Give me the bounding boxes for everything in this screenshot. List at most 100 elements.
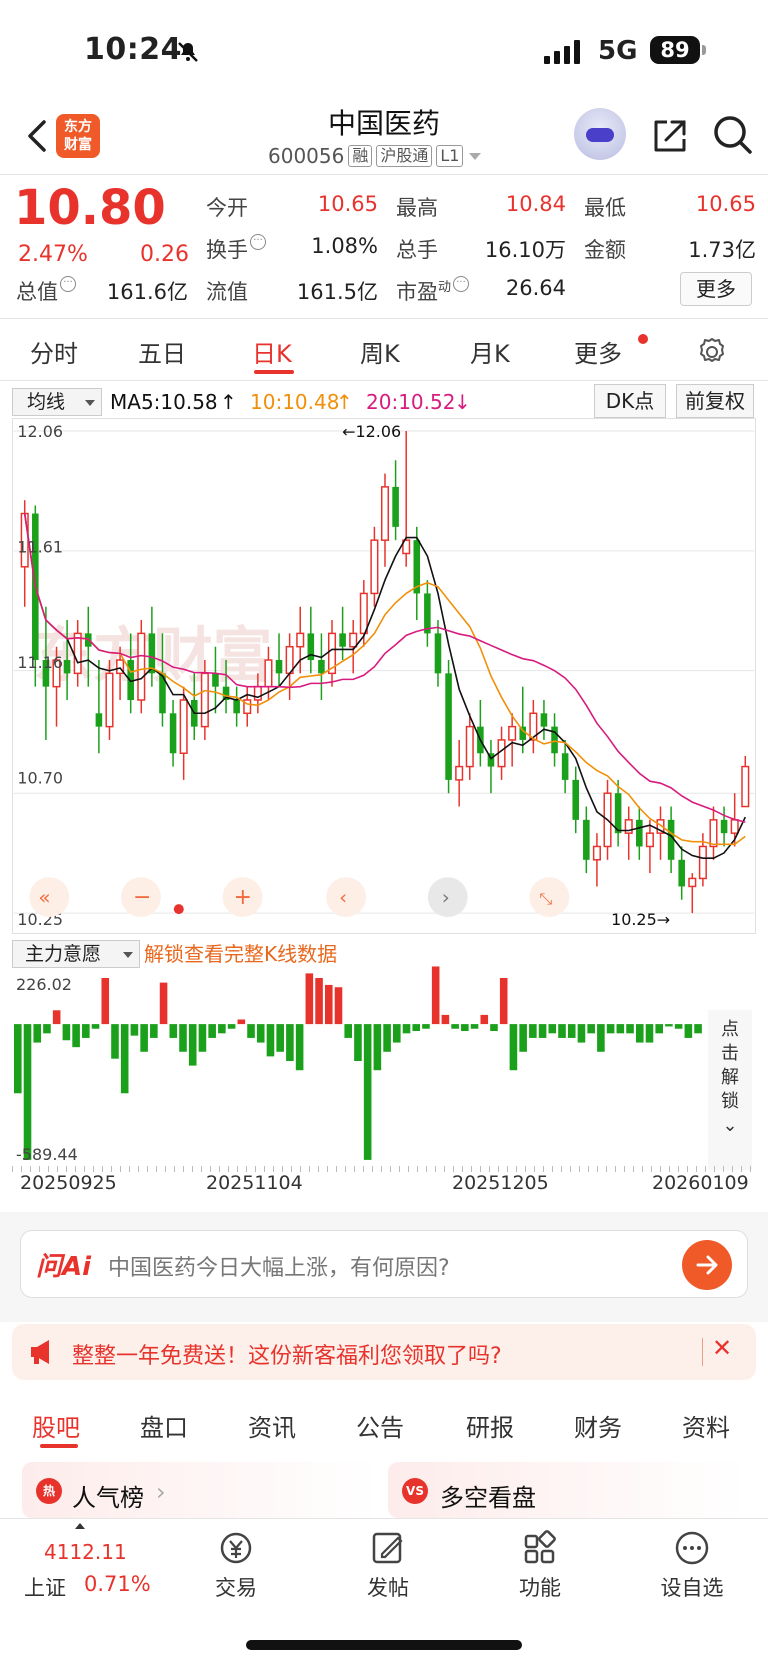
candle-body — [572, 779, 580, 820]
promo-separator — [702, 1338, 703, 1366]
main-force-bar — [461, 1024, 469, 1032]
unlock-side-button[interactable]: 点 击 解 锁 ⌄ — [708, 1010, 752, 1170]
candle-body — [636, 819, 643, 847]
gear-icon[interactable] — [696, 336, 728, 368]
main-force-bar — [422, 1024, 430, 1029]
main-force-select[interactable]: 主力意愿 — [12, 940, 140, 968]
tab-active-indicator — [254, 370, 294, 374]
tab-profile[interactable]: 资料 — [682, 1408, 730, 1443]
current-price: 10.80 — [14, 180, 166, 236]
tab-research[interactable]: 研报 — [466, 1408, 514, 1443]
tab-order-book[interactable]: 盘口 — [140, 1408, 188, 1443]
main-force-bar — [684, 1024, 693, 1038]
nav-function[interactable]: 功能 — [490, 1572, 590, 1602]
tag-level: L1 — [436, 145, 464, 167]
ai-question-text[interactable]: 中国医药今日大幅上涨，有何原因? — [108, 1250, 450, 1282]
dk-point-button[interactable]: DK点 — [594, 384, 666, 418]
candle-body — [730, 819, 739, 834]
minus-icon: − — [133, 885, 151, 910]
main-force-bar — [694, 1024, 702, 1034]
tab-financials[interactable]: 财务 — [574, 1408, 622, 1443]
ma5-value: MA5:10.58 — [110, 390, 218, 414]
date-label: 20260109 — [652, 1172, 749, 1194]
main-force-bar — [188, 1024, 197, 1066]
main-force-bar — [305, 973, 314, 1025]
volume-min-label: -589.44 — [16, 1145, 78, 1164]
tab-guba[interactable]: 股吧 — [32, 1408, 80, 1443]
ai-logo: 问Ai — [36, 1252, 92, 1282]
tab-monthly-k[interactable]: 月K — [470, 334, 510, 369]
main-force-bar — [140, 1024, 148, 1052]
info-icon[interactable]: ··· — [250, 234, 266, 250]
double-chevron-left-icon: « — [38, 886, 50, 909]
index-value[interactable]: 4112.11 — [44, 1540, 127, 1564]
low-marker: 10.25→ — [611, 910, 670, 929]
stock-code-row[interactable]: 600056 融 沪股通 L1 — [268, 144, 483, 168]
post-icon[interactable] — [368, 1528, 408, 1568]
main-force-bar — [674, 1024, 683, 1029]
main-force-bar — [179, 1024, 187, 1052]
date-label: 20250925 — [20, 1172, 117, 1194]
main-force-bar — [111, 1024, 119, 1059]
main-force-bar — [558, 1024, 566, 1038]
tab-five-day[interactable]: 五日 — [138, 334, 186, 369]
main-force-bar — [150, 1024, 158, 1038]
main-force-bar — [159, 982, 168, 1025]
candle-body — [434, 633, 442, 674]
main-force-bar — [548, 1024, 557, 1034]
chevron-left-icon: ‹ — [339, 886, 347, 909]
label-pe-sup: 动 — [438, 280, 452, 295]
candle-body — [508, 725, 517, 741]
candle-body — [63, 660, 71, 674]
change-amount: 0.26 — [140, 242, 189, 267]
add-watchlist-icon[interactable] — [672, 1528, 712, 1568]
red-dot — [173, 904, 184, 915]
y-tick-label: 12.06 — [17, 422, 63, 441]
info-icon[interactable]: ··· — [60, 276, 76, 292]
megaphone-icon — [31, 1340, 49, 1364]
main-force-bar — [402, 1024, 411, 1034]
more-quote-button[interactable]: 更多 — [680, 272, 752, 306]
candle-body — [264, 659, 273, 688]
close-icon[interactable]: ✕ — [712, 1334, 732, 1362]
candle-body — [339, 633, 346, 647]
main-force-bar — [519, 1024, 527, 1052]
unlock-char: 锁 — [721, 1091, 739, 1112]
label-open: 今开 — [206, 196, 248, 220]
unlock-kline-link[interactable]: 解锁查看完整K线数据 — [144, 940, 337, 968]
main-force-bar — [218, 1024, 226, 1034]
battery-level: 89 — [650, 36, 700, 64]
adjust-button[interactable]: 前复权 — [676, 384, 754, 418]
index-change: 0.71% — [84, 1572, 151, 1596]
nav-trade[interactable]: 交易 — [186, 1572, 286, 1602]
popularity-icon: 热 — [36, 1478, 62, 1504]
main-force-bar — [198, 1024, 207, 1052]
search-icon[interactable] — [712, 114, 754, 156]
candle-body — [688, 877, 697, 888]
status-time: 10:24 — [84, 32, 182, 67]
tab-weekly-k[interactable]: 周K — [360, 334, 400, 369]
tab-announcements[interactable]: 公告 — [356, 1408, 404, 1443]
tab-more[interactable]: 更多 — [574, 334, 622, 369]
tab-news[interactable]: 资讯 — [248, 1408, 296, 1443]
ma5-arrow-icon: ↑ — [220, 390, 237, 414]
function-icon[interactable] — [520, 1528, 560, 1568]
share-icon[interactable] — [650, 116, 690, 156]
nav-add-watchlist[interactable]: 设自选 — [642, 1572, 742, 1602]
info-icon[interactable]: ··· — [453, 276, 470, 292]
high-marker: ←12.06 — [342, 422, 401, 441]
ma10-arrow-icon: ↑ — [336, 390, 353, 414]
nav-post[interactable]: 发帖 — [338, 1572, 438, 1602]
tab-daily-k[interactable]: 日K — [252, 334, 292, 369]
chevron-down-icon: ⌄ — [722, 1115, 738, 1136]
candle-body — [741, 765, 750, 808]
candlestick-chart[interactable]: 东方财富 12.06 11.61 11.16 10.70 10.25 ←12.0… — [12, 418, 756, 934]
time-axis-ticks — [12, 1166, 756, 1172]
tab-intraday[interactable]: 分时 — [30, 334, 78, 369]
label-market-cap: 总值 ··· — [16, 276, 76, 306]
label-high: 最高 — [396, 196, 438, 220]
trade-icon[interactable] — [216, 1528, 256, 1568]
value-amount: 1.73亿 — [688, 238, 756, 262]
main-force-bar — [431, 966, 440, 1025]
label-low: 最低 — [584, 196, 626, 220]
